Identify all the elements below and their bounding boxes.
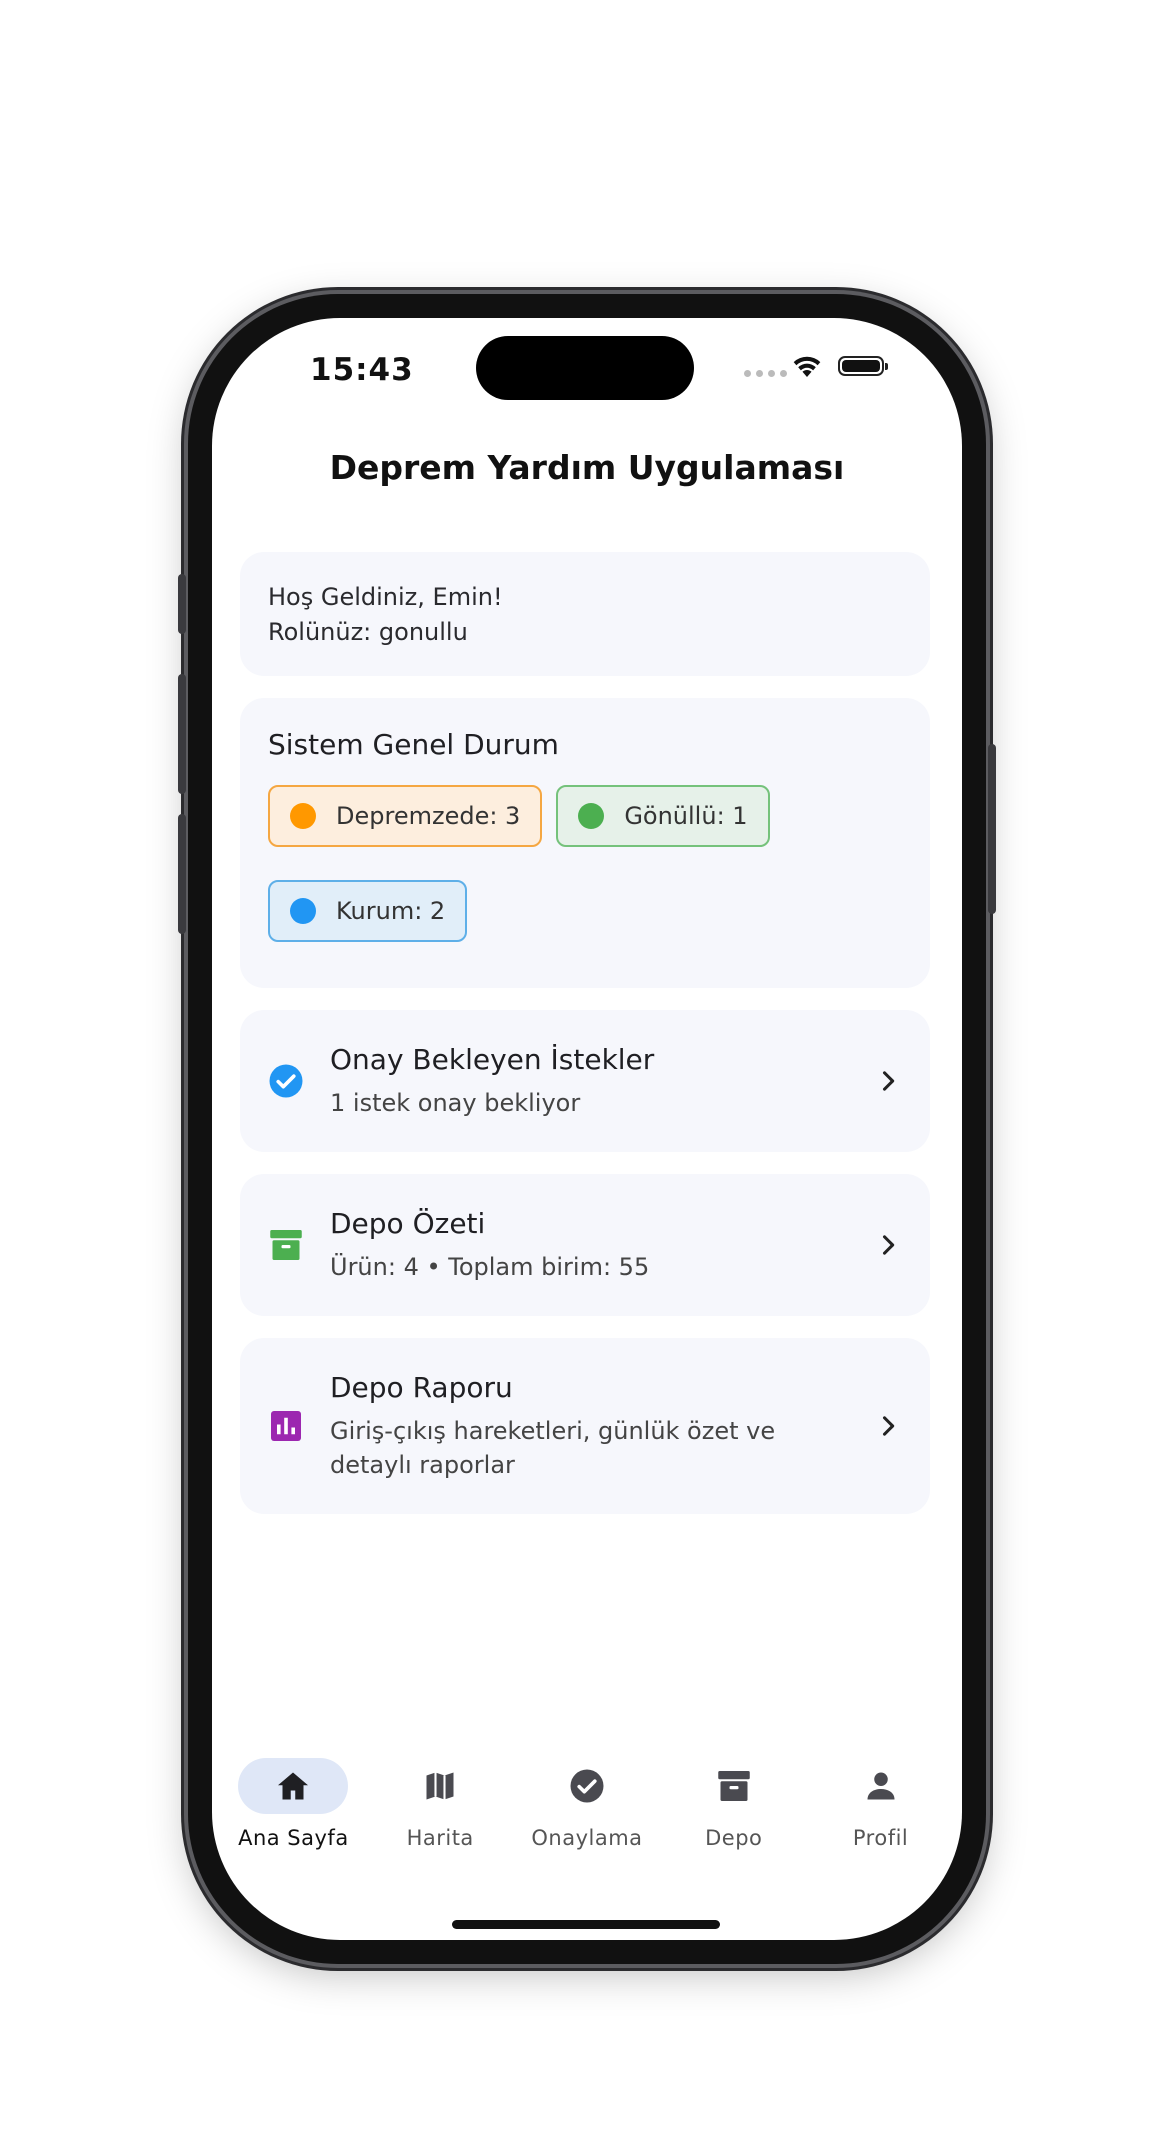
- system-status-title: Sistem Genel Durum: [268, 728, 559, 761]
- warehouse-report-card[interactable]: Depo Raporu Giriş-çıkış hareketleri, gün…: [240, 1338, 930, 1514]
- nav-label: Onaylama: [531, 1826, 643, 1850]
- power-button: [988, 744, 996, 914]
- chip-label: Kurum: 2: [336, 897, 446, 925]
- nav-item-profil[interactable]: Profil: [816, 1758, 946, 1878]
- chevron-right-icon: [882, 1235, 895, 1255]
- check-circle-icon: [570, 1769, 604, 1803]
- nav-item-depo[interactable]: Depo: [669, 1758, 799, 1878]
- warehouse-summary-card[interactable]: Depo Özeti Ürün: 4 • Toplam birim: 55: [240, 1174, 930, 1316]
- welcome-greeting: Hoş Geldiniz, Emin!: [268, 583, 503, 611]
- nav-label: Harita: [406, 1826, 474, 1850]
- archive-icon: [270, 1230, 302, 1260]
- map-icon: [426, 1772, 454, 1800]
- volume-up-button: [178, 674, 186, 794]
- dynamic-island: [476, 336, 694, 400]
- orange-dot-icon: [290, 803, 316, 829]
- status-bar: 15:43: [212, 318, 962, 418]
- chip-gonullu: Gönüllü: 1: [556, 785, 770, 847]
- phone-frame: 15:43 Deprem Yardım Uygulaması Hoş Geldi…: [178, 294, 996, 1964]
- signal-icon: [744, 370, 787, 377]
- status-time: 15:43: [310, 352, 414, 388]
- mute-switch: [178, 574, 186, 634]
- card-title: Depo Özeti: [330, 1206, 486, 1240]
- person-icon: [867, 1772, 895, 1800]
- check-circle-icon: [269, 1064, 303, 1098]
- system-status-card: Sistem Genel Durum Depremzede: 3 Gönüllü…: [240, 698, 930, 988]
- home-indicator[interactable]: [452, 1920, 720, 1929]
- nav-label: Depo: [705, 1826, 763, 1850]
- archive-icon: [718, 1771, 750, 1801]
- chevron-right-icon: [882, 1071, 895, 1091]
- nav-item-ana-sayfa[interactable]: Ana Sayfa: [228, 1758, 358, 1878]
- screen: 15:43 Deprem Yardım Uygulaması Hoş Geldi…: [212, 318, 962, 1940]
- blue-dot-icon: [290, 898, 316, 924]
- user-role: Rolünüz: gonullu: [268, 618, 468, 646]
- nav-item-onaylama[interactable]: Onaylama: [522, 1758, 652, 1878]
- chip-label: Gönüllü: 1: [624, 802, 748, 830]
- chevron-right-icon: [882, 1416, 895, 1436]
- green-dot-icon: [578, 803, 605, 829]
- chip-kurum: Kurum: 2: [268, 880, 468, 942]
- volume-down-button: [178, 814, 186, 934]
- bottom-navigation: Ana Sayfa Harita Onaylama Depo Profil: [212, 1758, 962, 1878]
- card-subtitle: Giriş-çıkış hareketleri, günlük özet ve …: [330, 1416, 776, 1479]
- battery-icon: [838, 356, 888, 376]
- card-title: Onay Bekleyen İstekler: [330, 1042, 655, 1076]
- chip-label: Depremzede: 3: [336, 802, 521, 830]
- home-icon: [278, 1772, 309, 1800]
- pending-requests-card[interactable]: Onay Bekleyen İstekler 1 istek onay bekl…: [240, 1010, 930, 1152]
- chip-depremzede: Depremzede: 3: [268, 785, 543, 847]
- card-subtitle: Ürün: 4 • Toplam birim: 55: [330, 1252, 650, 1281]
- welcome-card: Hoş Geldiniz, Emin! Rolünüz: gonullu: [240, 552, 930, 676]
- nav-item-harita[interactable]: Harita: [375, 1758, 505, 1878]
- bar-chart-icon: [271, 1411, 301, 1441]
- card-subtitle: 1 istek onay bekliyor: [330, 1088, 581, 1117]
- page-title: Deprem Yardım Uygulaması: [329, 448, 845, 487]
- nav-label: Profil: [852, 1826, 909, 1850]
- wifi-icon: [793, 356, 821, 378]
- nav-label: Ana Sayfa: [238, 1826, 349, 1850]
- card-title: Depo Raporu: [330, 1370, 513, 1404]
